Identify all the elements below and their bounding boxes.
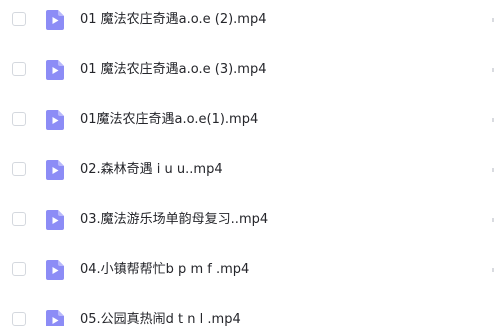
checkbox-icon[interactable] bbox=[12, 12, 26, 26]
file-row[interactable]: 02.森林奇遇 i u u..mp4 bbox=[0, 150, 494, 190]
video-file-icon bbox=[46, 260, 64, 280]
file-row[interactable]: 01 魔法农庄奇遇a.o.e (3).mp4 bbox=[0, 50, 494, 90]
file-name[interactable]: 04.小镇帮帮忙b p m f .mp4 bbox=[80, 260, 249, 280]
video-file-icon bbox=[46, 10, 64, 30]
video-file-icon bbox=[46, 60, 64, 80]
file-row[interactable]: 01魔法农庄奇遇a.o.e(1).mp4 bbox=[0, 100, 494, 140]
file-list: 01 魔法农庄奇遇a.o.e (2).mp4 01 魔法农庄奇遇a.o.e (3… bbox=[0, 0, 494, 326]
checkbox-icon[interactable] bbox=[12, 262, 26, 276]
checkbox-icon[interactable] bbox=[12, 62, 26, 76]
file-name[interactable]: 01 魔法农庄奇遇a.o.e (3).mp4 bbox=[80, 60, 267, 80]
checkbox-icon[interactable] bbox=[12, 212, 26, 226]
file-name[interactable]: 03.魔法游乐场单韵母复习..mp4 bbox=[80, 210, 268, 230]
file-name[interactable]: 01 魔法农庄奇遇a.o.e (2).mp4 bbox=[80, 10, 267, 30]
file-row[interactable]: 03.魔法游乐场单韵母复习..mp4 bbox=[0, 200, 494, 240]
video-file-icon bbox=[46, 110, 64, 130]
video-file-icon bbox=[46, 160, 64, 180]
file-row[interactable]: 04.小镇帮帮忙b p m f .mp4 bbox=[0, 250, 494, 290]
file-row[interactable]: 01 魔法农庄奇遇a.o.e (2).mp4 bbox=[0, 0, 494, 40]
file-name[interactable]: 01魔法农庄奇遇a.o.e(1).mp4 bbox=[80, 110, 258, 130]
video-file-icon bbox=[46, 310, 64, 326]
checkbox-icon[interactable] bbox=[12, 162, 26, 176]
file-row[interactable]: 05.公园真热闹d t n l .mp4 bbox=[0, 300, 494, 326]
file-name[interactable]: 02.森林奇遇 i u u..mp4 bbox=[80, 160, 223, 180]
video-file-icon bbox=[46, 210, 64, 230]
file-name[interactable]: 05.公园真热闹d t n l .mp4 bbox=[80, 310, 241, 326]
checkbox-icon[interactable] bbox=[12, 112, 26, 126]
checkbox-icon[interactable] bbox=[12, 312, 26, 326]
